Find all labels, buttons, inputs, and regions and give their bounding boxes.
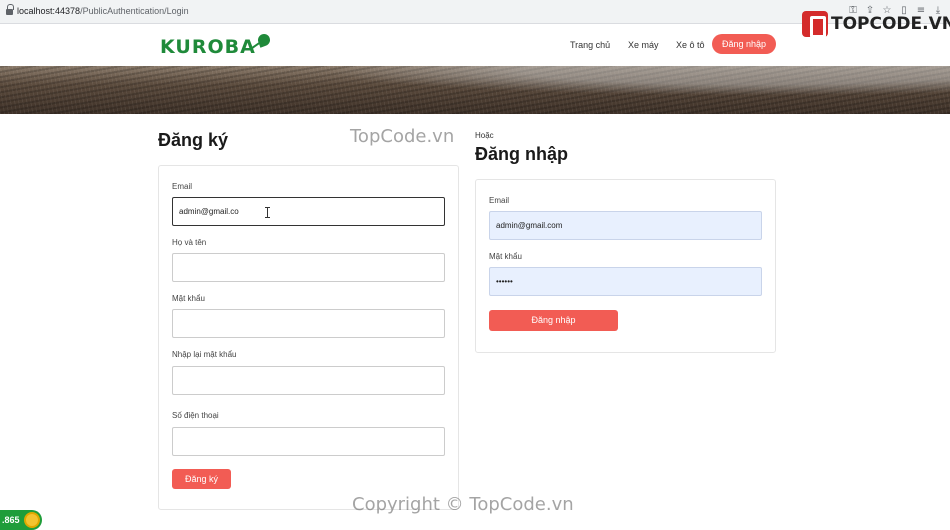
leaf-icon <box>257 34 271 50</box>
login-email-value: admin@gmail.com <box>496 221 563 230</box>
register-email-input[interactable]: admin@gmail.co <box>172 197 445 226</box>
register-confirm-input[interactable] <box>172 366 445 395</box>
register-phone-input[interactable] <box>172 427 445 456</box>
nav-motorbike[interactable]: Xe máy <box>628 40 659 50</box>
coin-icon <box>23 512 40 528</box>
register-password-label: Mật khẩu <box>172 294 205 303</box>
nav-car[interactable]: Xe ô tô <box>676 40 705 50</box>
topcode-badge: TOPCODE.VN <box>802 10 950 38</box>
text-cursor-icon <box>265 207 270 218</box>
url-host: localhost:44378 <box>17 6 81 16</box>
login-email-input[interactable]: admin@gmail.com <box>489 211 762 240</box>
login-submit-button[interactable]: Đăng nhập <box>489 310 618 331</box>
watermark-bottom: Copyright © TopCode.vn <box>352 494 574 515</box>
register-password-input[interactable] <box>172 309 445 338</box>
register-email-label: Email <box>172 182 193 191</box>
or-divider-text: Hoặc <box>475 131 494 140</box>
price-widget[interactable]: .865 <box>0 510 42 530</box>
logo-text: KUROBA <box>160 36 256 58</box>
watermark-top: TopCode.vn <box>350 126 455 147</box>
lock-icon[interactable] <box>6 4 14 16</box>
url-field[interactable]: localhost:44378/PublicAuthentication/Log… <box>17 6 189 16</box>
register-fullname-label: Họ và tên <box>172 238 207 247</box>
register-confirm-label: Nhập lại mật khẩu <box>172 350 237 359</box>
login-password-label: Mật khẩu <box>489 252 522 261</box>
login-password-input[interactable]: •••••• <box>489 267 762 296</box>
nav-home[interactable]: Trang chủ <box>570 40 610 50</box>
price-value: .865 <box>2 515 20 525</box>
nav-login-button[interactable]: Đăng nhập <box>712 34 776 54</box>
kuroba-logo[interactable]: KUROBA <box>160 32 271 58</box>
register-form: Email admin@gmail.co Họ và tên Mật khẩu … <box>158 165 459 510</box>
register-title: Đăng ký <box>158 130 229 150</box>
url-path: /PublicAuthentication/Login <box>80 6 189 16</box>
register-submit-button[interactable]: Đăng ký <box>172 469 231 489</box>
register-phone-label: Số điện thoại <box>172 411 219 420</box>
register-email-value: admin@gmail.co <box>179 207 239 216</box>
topcode-logo-icon <box>802 11 828 38</box>
register-fullname-input[interactable] <box>172 253 445 282</box>
login-password-value: •••••• <box>496 277 513 286</box>
hero-banner <box>0 66 950 114</box>
login-email-label: Email <box>489 196 510 205</box>
login-title: Đăng nhập <box>475 144 568 164</box>
topcode-badge-text: TOPCODE.VN <box>831 14 950 34</box>
login-form: Email admin@gmail.com Mật khẩu •••••• Đă… <box>475 179 776 353</box>
